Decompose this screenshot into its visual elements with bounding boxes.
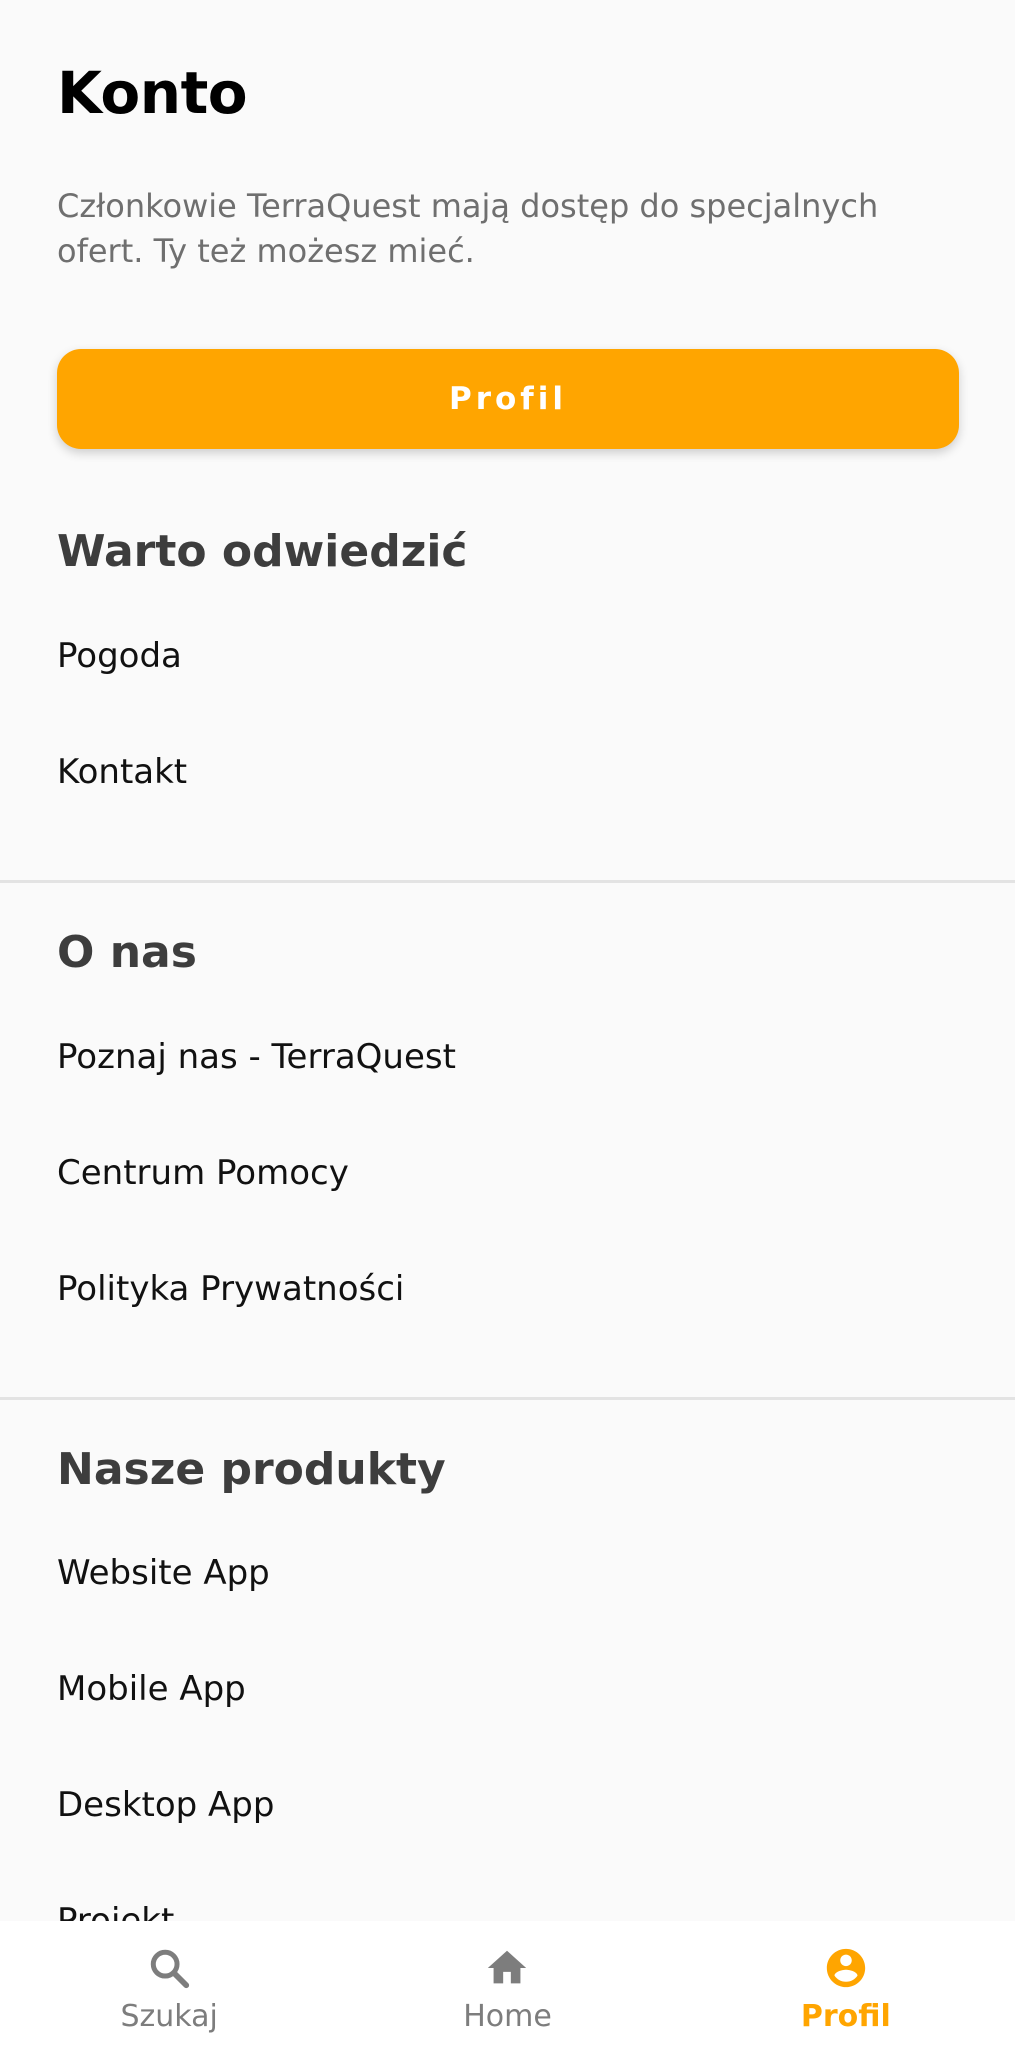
nav-tab-home[interactable]: Home [338,1921,676,2048]
menu-item-project[interactable]: Projekt [57,1901,174,1921]
section-title-about-us: O nas [57,927,197,978]
menu-item-weather[interactable]: Pogoda [57,636,182,677]
section-divider [0,1397,1015,1400]
menu-item-privacy-policy[interactable]: Polityka Prywatności [57,1269,404,1310]
scroll-content[interactable]: Konto Członkowie TerraQuest mają dostęp … [0,0,1015,1921]
nav-label-home: Home [463,1999,552,2034]
nav-label-profile: Profil [800,1999,891,2034]
menu-item-website-app[interactable]: Website App [57,1553,270,1594]
menu-item-desktop-app[interactable]: Desktop App [57,1785,274,1826]
search-icon [150,1949,190,1989]
menu-item-contact[interactable]: Kontakt [57,752,187,793]
section-title-worth-visiting: Warto odwiedzić [57,526,468,577]
home-icon [488,1950,527,1984]
menu-item-about-terraquest[interactable]: Poznaj nas - TerraQuest [57,1037,456,1078]
nav-tab-profile[interactable]: Profil [677,1921,1015,2048]
membership-intro-text: Członkowie TerraQuest mają dostęp do spe… [57,187,879,270]
profile-button[interactable]: Profil [57,349,959,449]
page-title: Konto [57,59,248,127]
bottom-navigation: Szukaj Home Profil [0,1921,1015,2048]
account-circle-icon [826,1948,865,1988]
menu-item-mobile-app[interactable]: Mobile App [57,1669,246,1710]
account-screen: Konto Członkowie TerraQuest mają dostęp … [0,0,1015,2048]
nav-tab-search[interactable]: Szukaj [0,1921,338,2048]
nav-label-search: Szukaj [120,1999,218,2034]
menu-item-help-center[interactable]: Centrum Pomocy [57,1153,349,1194]
profile-button-label: Profil [448,381,568,417]
section-divider [0,880,1015,883]
section-title-our-products: Nasze produkty [57,1444,446,1495]
